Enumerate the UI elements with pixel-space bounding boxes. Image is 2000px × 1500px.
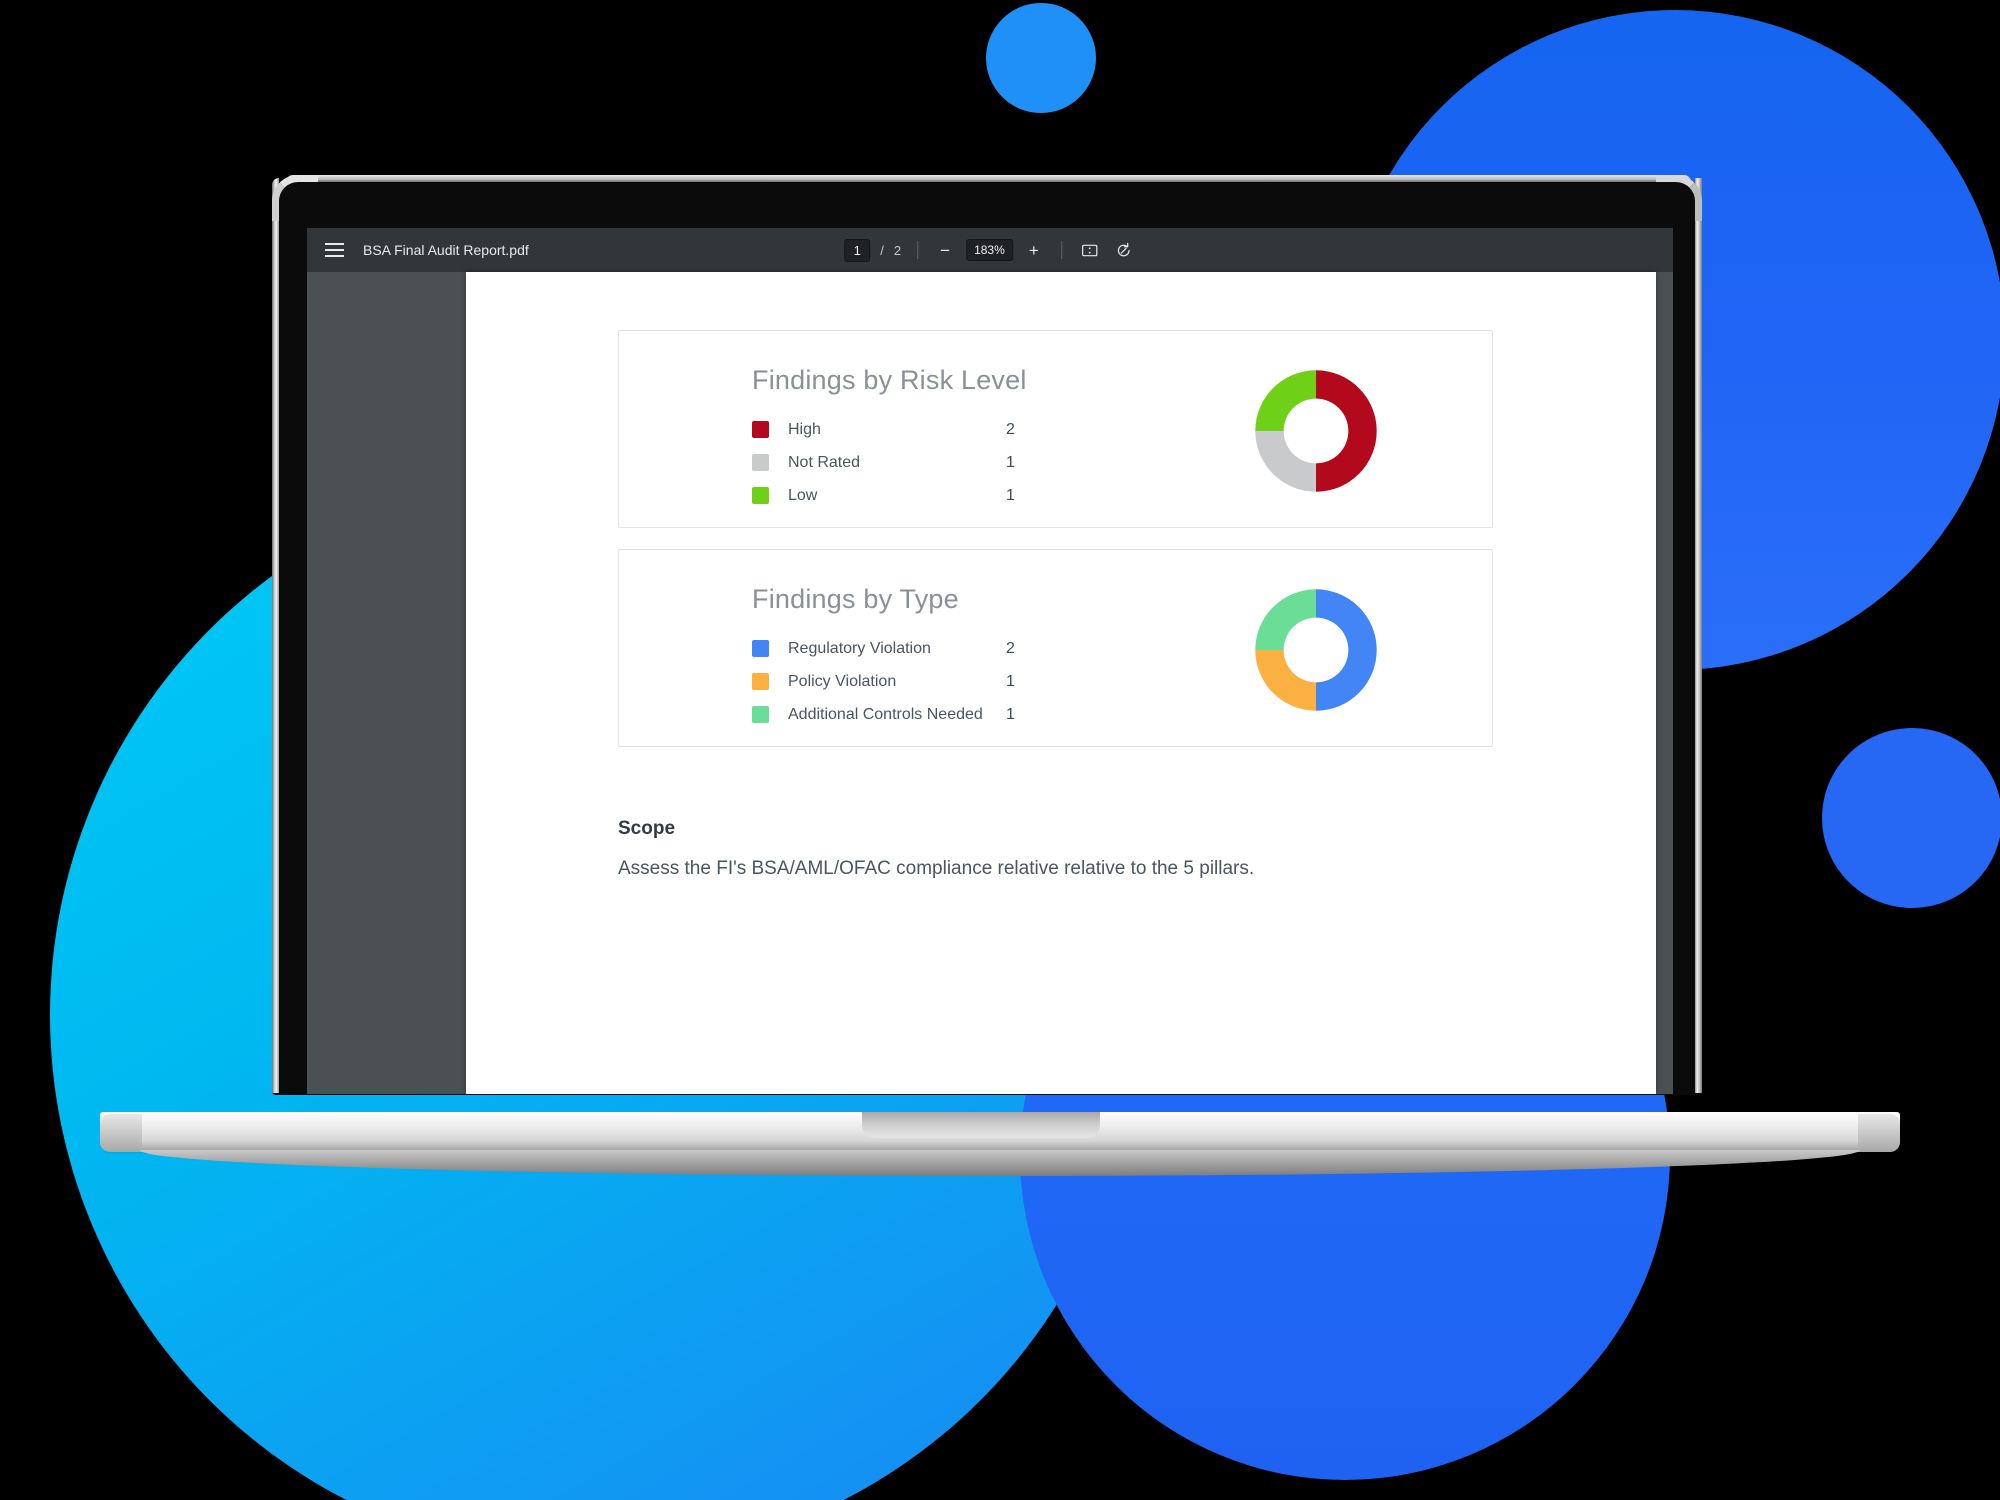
risk-level-donut-chart [1250, 365, 1382, 497]
zoom-level-input[interactable]: 183% [966, 239, 1013, 261]
scope-body-text: Assess the FI's BSA/AML/OFAC compliance … [618, 858, 1255, 879]
fit-to-page-icon[interactable] [1078, 238, 1102, 262]
findings-by-type-card: Findings by Type Regulatory Violation 2 … [618, 549, 1493, 747]
legend-item: Not Rated 1 [752, 446, 1015, 479]
legend-item: Low 1 [752, 479, 1015, 512]
toolbar-divider-1 [917, 241, 919, 259]
screenshot-stage: BSA Final Audit Report.pdf 1 / 2 − 183% … [0, 0, 2000, 1500]
laptop-lid-edge-top [286, 175, 1691, 182]
legend-label: High [788, 420, 821, 438]
findings-by-risk-level-card: Findings by Risk Level High 2 Not Rated … [618, 330, 1493, 528]
legend-item: Regulatory Violation 2 [752, 632, 1015, 665]
findings-type-legend: Regulatory Violation 2 Policy Violation … [752, 632, 1015, 731]
document-title: BSA Final Audit Report.pdf [363, 242, 529, 258]
laptop-lid-edge-left [272, 178, 279, 1093]
legend-swatch-high [752, 421, 769, 438]
laptop-mockup: BSA Final Audit Report.pdf 1 / 2 − 183% … [0, 0, 2000, 1500]
laptop-base-underside [140, 1150, 1860, 1176]
legend-label: Regulatory Violation [788, 639, 931, 657]
laptop-screen: BSA Final Audit Report.pdf 1 / 2 − 183% … [307, 228, 1673, 1094]
pdf-toolbar: BSA Final Audit Report.pdf 1 / 2 − 183% … [307, 228, 1673, 272]
legend-label: Low [788, 486, 818, 504]
laptop-lid-edge-right [1695, 178, 1702, 1093]
legend-value: 1 [1006, 453, 1015, 471]
laptop-lid-corner-top-left [272, 175, 318, 221]
pdf-toolbar-controls: 1 / 2 − 183% + [844, 238, 1136, 262]
rotate-icon[interactable] [1112, 238, 1136, 262]
legend-label: Not Rated [788, 453, 861, 471]
legend-value: 1 [1006, 486, 1015, 504]
page-total-label: 2 [893, 242, 902, 258]
risk-level-legend: High 2 Not Rated 1 Low 1 [752, 413, 1015, 512]
legend-swatch-additional-controls-needed [752, 706, 769, 723]
page-number-input[interactable]: 1 [844, 238, 871, 262]
findings-type-donut-chart [1250, 584, 1382, 716]
legend-value: 1 [1006, 672, 1015, 690]
page-separator: / [880, 242, 884, 258]
legend-item: Policy Violation 1 [752, 665, 1015, 698]
zoom-in-button[interactable]: + [1023, 239, 1045, 261]
hamburger-menu-icon[interactable] [325, 239, 347, 261]
legend-value: 2 [1006, 639, 1015, 657]
legend-value: 2 [1006, 420, 1015, 438]
legend-value: 1 [1006, 705, 1015, 723]
card-title: Findings by Risk Level [752, 365, 1027, 395]
laptop-base-right-edge [1858, 1114, 1900, 1152]
laptop-base-notch [862, 1112, 1100, 1138]
legend-item: High 2 [752, 413, 1015, 446]
card-title: Findings by Type [752, 584, 959, 614]
legend-label: Policy Violation [788, 672, 897, 690]
legend-label: Additional Controls Needed [788, 705, 983, 723]
scope-heading: Scope [618, 818, 676, 839]
legend-swatch-not-rated [752, 454, 769, 471]
pdf-page: Findings by Risk Level High 2 Not Rated … [466, 272, 1656, 1094]
legend-swatch-low [752, 487, 769, 504]
zoom-out-button[interactable]: − [934, 239, 956, 261]
legend-swatch-regulatory-violation [752, 640, 769, 657]
toolbar-divider-2 [1060, 241, 1062, 259]
laptop-base-left-edge [100, 1114, 142, 1152]
legend-swatch-policy-violation [752, 673, 769, 690]
legend-item: Additional Controls Needed 1 [752, 698, 1015, 731]
